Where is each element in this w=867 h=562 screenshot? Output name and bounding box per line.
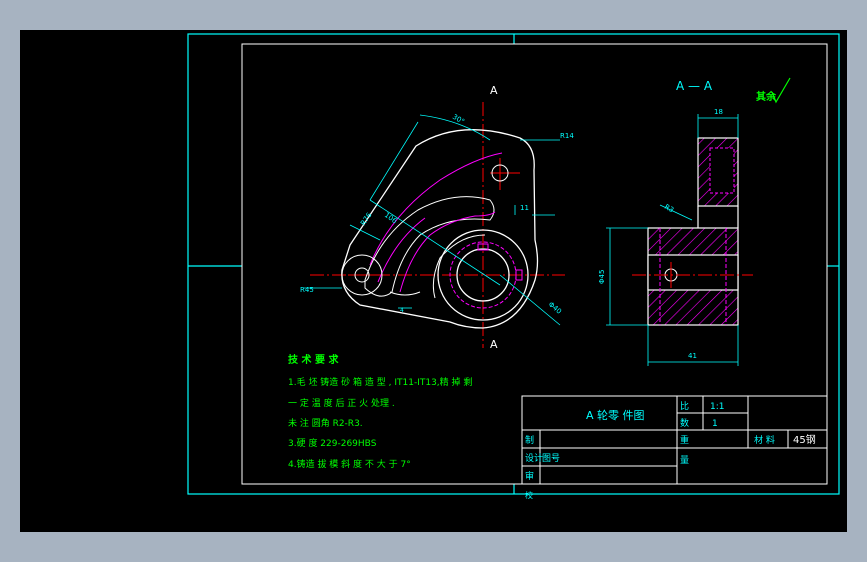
dim-small-gap: 4 xyxy=(400,307,404,314)
section-label-top: A xyxy=(490,84,498,97)
roughness-symbol xyxy=(771,77,791,104)
review-label: 审 xyxy=(525,470,534,482)
notes-line-3: 未 注 圆角 R2-R3. xyxy=(288,417,363,429)
dim-bore: Φ40 xyxy=(547,300,563,315)
dim-section-height: Φ45 xyxy=(598,270,606,284)
technical-notes: 技 术 要 求 1.毛 坯 铸造 砂 箱 造 型 , IT11-IT13,精 掉… xyxy=(288,353,472,470)
inner-slot xyxy=(364,196,495,297)
main-view: 30° R14 11 106 R76 R45 Φ40 4 A A xyxy=(300,84,574,351)
section-view: A — A 其余 18 R3 Φ45 41 xyxy=(598,77,791,366)
dim-arc: 106 xyxy=(383,211,399,226)
dim-radius-top: R14 xyxy=(560,132,574,140)
scale-value: 1:1 xyxy=(710,402,724,412)
cad-viewport[interactable]: 30° R14 11 106 R76 R45 Φ40 4 A A A — A 其… xyxy=(20,30,847,532)
notes-line-2: 一 定 温 度 后 正 火 处理 . xyxy=(288,397,395,409)
dim-left-radius: R45 xyxy=(300,286,314,294)
dim-section-width: 18 xyxy=(714,108,723,116)
cutout-curve xyxy=(432,234,486,299)
section-label-bottom: A xyxy=(490,338,498,351)
inner-border xyxy=(241,43,828,485)
notes-line-4: 3.硬 度 229-269HBS xyxy=(288,437,377,449)
drawing-frame xyxy=(187,33,840,495)
dim-angle: 30° xyxy=(451,113,466,126)
dim-offset: 11 xyxy=(520,204,529,212)
part-name: A 轮零 件图 xyxy=(586,408,645,422)
material-value: 45钢 xyxy=(793,433,816,446)
section-view-title: A — A xyxy=(676,79,713,93)
dim-section-thick: R3 xyxy=(663,203,675,215)
weight-label: 重 xyxy=(680,434,689,446)
hidden-contour-3 xyxy=(399,211,496,293)
material-label: 材 料 xyxy=(754,434,775,446)
design-label: 设计 xyxy=(525,452,543,464)
title-block: A 轮零 件图 比 1:1 数 1 重 材 料 45钢 量 制 设计 审 图号 … xyxy=(521,395,828,500)
dimension-lines xyxy=(304,114,561,326)
quantity-value: 1 xyxy=(712,419,718,429)
check-label: 校 xyxy=(525,490,533,500)
qty-row-label: 量 xyxy=(680,455,689,466)
quantity-label: 数 xyxy=(680,417,689,429)
hidden-contour-1 xyxy=(369,152,503,266)
notes-line-5: 4.铸造 拔 模 斜 度 不 大 于 7° xyxy=(288,458,411,470)
notes-line-1: 1.毛 坯 铸造 砂 箱 造 型 , IT11-IT13,精 掉 剩 xyxy=(288,376,472,388)
notes-title: 技 术 要 求 xyxy=(288,353,339,366)
section-bore xyxy=(647,254,739,291)
dim-section-bottom: 41 xyxy=(688,352,697,360)
sheet-label: 图号 xyxy=(542,453,560,464)
drawing-svg: 30° R14 11 106 R76 R45 Φ40 4 A A A — A 其… xyxy=(187,33,840,500)
scale-label: 比 xyxy=(680,400,689,412)
draw-label: 制 xyxy=(525,434,534,446)
